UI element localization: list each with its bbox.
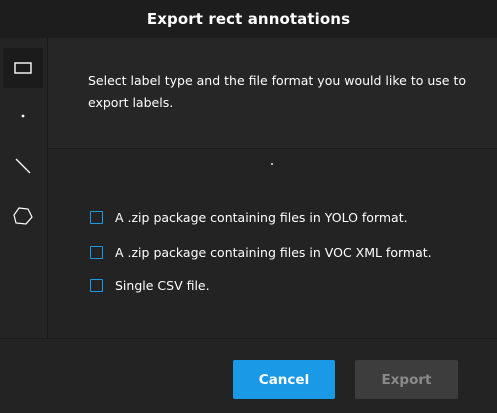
dialog-footer: Cancel Export	[0, 338, 497, 413]
checkbox-voc-xml[interactable]	[90, 245, 103, 259]
checkbox-yolo[interactable]	[90, 210, 103, 224]
rect-tool-button[interactable]	[3, 48, 43, 88]
polygon-tool-button[interactable]	[3, 196, 43, 236]
option-csv-label: Single CSV file.	[115, 277, 210, 293]
option-voc-xml-label: A .zip package containing files in VOC X…	[115, 244, 432, 260]
point-icon	[21, 114, 25, 118]
line-tool-button[interactable]	[3, 146, 43, 186]
cancel-button[interactable]: Cancel	[233, 360, 335, 399]
option-yolo-label: A .zip package containing files in YOLO …	[115, 209, 408, 225]
rect-icon	[14, 62, 32, 74]
dialog-description: Select label type and the file format yo…	[88, 73, 466, 110]
option-voc-xml[interactable]: A .zip package containing files in VOC X…	[90, 242, 432, 262]
description-section: Select label type and the file format yo…	[48, 38, 497, 149]
line-icon	[15, 158, 31, 174]
option-csv[interactable]: Single CSV file.	[90, 275, 210, 295]
option-yolo[interactable]: A .zip package containing files in YOLO …	[90, 207, 408, 227]
label-type-sidebar	[0, 38, 48, 338]
export-dialog: Export rect annotations Select label typ…	[0, 0, 497, 413]
point-tool-button[interactable]	[3, 96, 43, 136]
checkbox-csv[interactable]	[90, 278, 103, 292]
polygon-icon	[13, 207, 33, 225]
dialog-title: Export rect annotations	[0, 0, 497, 38]
dialog-content: Select label type and the file format yo…	[48, 38, 497, 338]
export-button[interactable]: Export	[355, 360, 458, 399]
dot-marker	[271, 163, 273, 165]
format-options: A .zip package containing files in YOLO …	[48, 149, 497, 338]
